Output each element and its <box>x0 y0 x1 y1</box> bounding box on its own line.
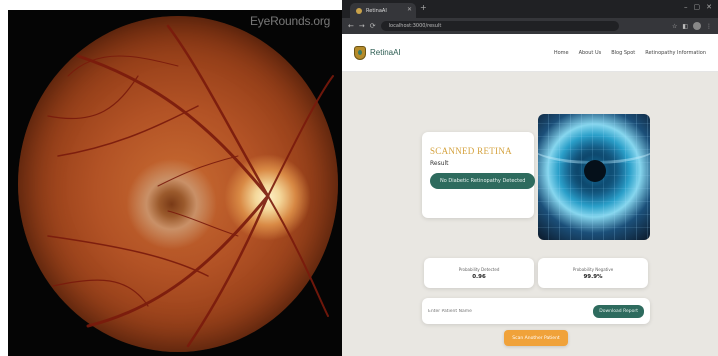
stat-value: 0.96 <box>472 273 486 280</box>
toolbar-right: ☆ ◧ ⋮ <box>672 22 712 30</box>
stat-value: 99.9% <box>583 273 603 280</box>
screenshot: EyeRounds.org RetinaAI ✕ + – ▢ ✕ ← → ⟳ l… <box>0 0 718 356</box>
download-report-button[interactable]: Download Report <box>593 304 644 318</box>
minimize-icon[interactable]: – <box>684 3 688 11</box>
nav-links: Home About Us Blog Spot Retinopathy Info… <box>554 50 706 56</box>
window-controls: – ▢ ✕ <box>684 3 712 11</box>
nav-retinopathy-information[interactable]: Retinopathy Information <box>645 50 706 56</box>
close-tab-icon[interactable]: ✕ <box>407 6 412 13</box>
stat-card-negative: Probability Negative 99.9% <box>538 258 648 288</box>
nav-home[interactable]: Home <box>554 50 569 56</box>
profile-avatar[interactable] <box>693 22 701 30</box>
nav-blog-spot[interactable]: Blog Spot <box>611 50 635 56</box>
watermark-text: EyeRounds.org <box>250 14 331 28</box>
url-field[interactable]: localhost:3000/result <box>380 21 619 31</box>
stat-label: Probability Detected <box>458 266 500 272</box>
menu-icon[interactable]: ⋮ <box>706 23 712 30</box>
tab-bar: RetinaAI ✕ + – ▢ ✕ <box>342 0 718 18</box>
fundus-image-panel: EyeRounds.org <box>0 0 342 356</box>
scan-result-card: SCANNED RETINA Result No Diabetic Retino… <box>422 132 536 218</box>
close-window-icon[interactable]: ✕ <box>706 3 712 11</box>
site-logo[interactable]: RetinaAI <box>354 45 401 60</box>
eye-lid-shape <box>538 124 650 164</box>
browser-tab[interactable]: RetinaAI ✕ <box>350 3 416 18</box>
site-header: RetinaAI Home About Us Blog Spot Retinop… <box>342 34 718 72</box>
patient-input-card: Download Report <box>422 298 650 324</box>
stat-card-detected: Probability Detected 0.96 <box>424 258 534 288</box>
extensions-icon[interactable]: ◧ <box>682 23 688 30</box>
nav-about-us[interactable]: About Us <box>579 50 602 56</box>
eye-pupil-shape <box>584 160 606 182</box>
result-badge[interactable]: No Diabetic Retinopathy Detected <box>430 173 536 189</box>
new-tab-icon[interactable]: + <box>420 3 427 12</box>
address-bar-row: ← → ⟳ localhost:3000/result ☆ ◧ ⋮ <box>342 18 718 34</box>
eye-hero-image <box>538 114 650 240</box>
bookmark-icon[interactable]: ☆ <box>672 23 677 30</box>
retinal-vessels <box>47 24 334 348</box>
forward-icon[interactable]: → <box>359 22 365 30</box>
scan-another-button[interactable]: Scan Another Patient <box>504 330 568 346</box>
logo-text: RetinaAI <box>370 48 401 57</box>
favicon-icon <box>356 7 362 14</box>
browser-window: RetinaAI ✕ + – ▢ ✕ ← → ⟳ localhost:3000/… <box>342 0 718 356</box>
logo-emblem-icon <box>354 45 366 60</box>
result-label: Result <box>430 160 449 167</box>
maximize-icon[interactable]: ▢ <box>694 3 701 11</box>
tab-title: RetinaAI <box>366 7 387 14</box>
stat-label: Probability Negative <box>572 266 614 272</box>
scan-title: SCANNED RETINA <box>430 146 512 156</box>
patient-name-input[interactable] <box>428 308 594 314</box>
main-content: SCANNED RETINA Result No Diabetic Retino… <box>342 72 718 346</box>
reload-icon[interactable]: ⟳ <box>370 22 376 30</box>
back-icon[interactable]: ← <box>348 22 354 30</box>
